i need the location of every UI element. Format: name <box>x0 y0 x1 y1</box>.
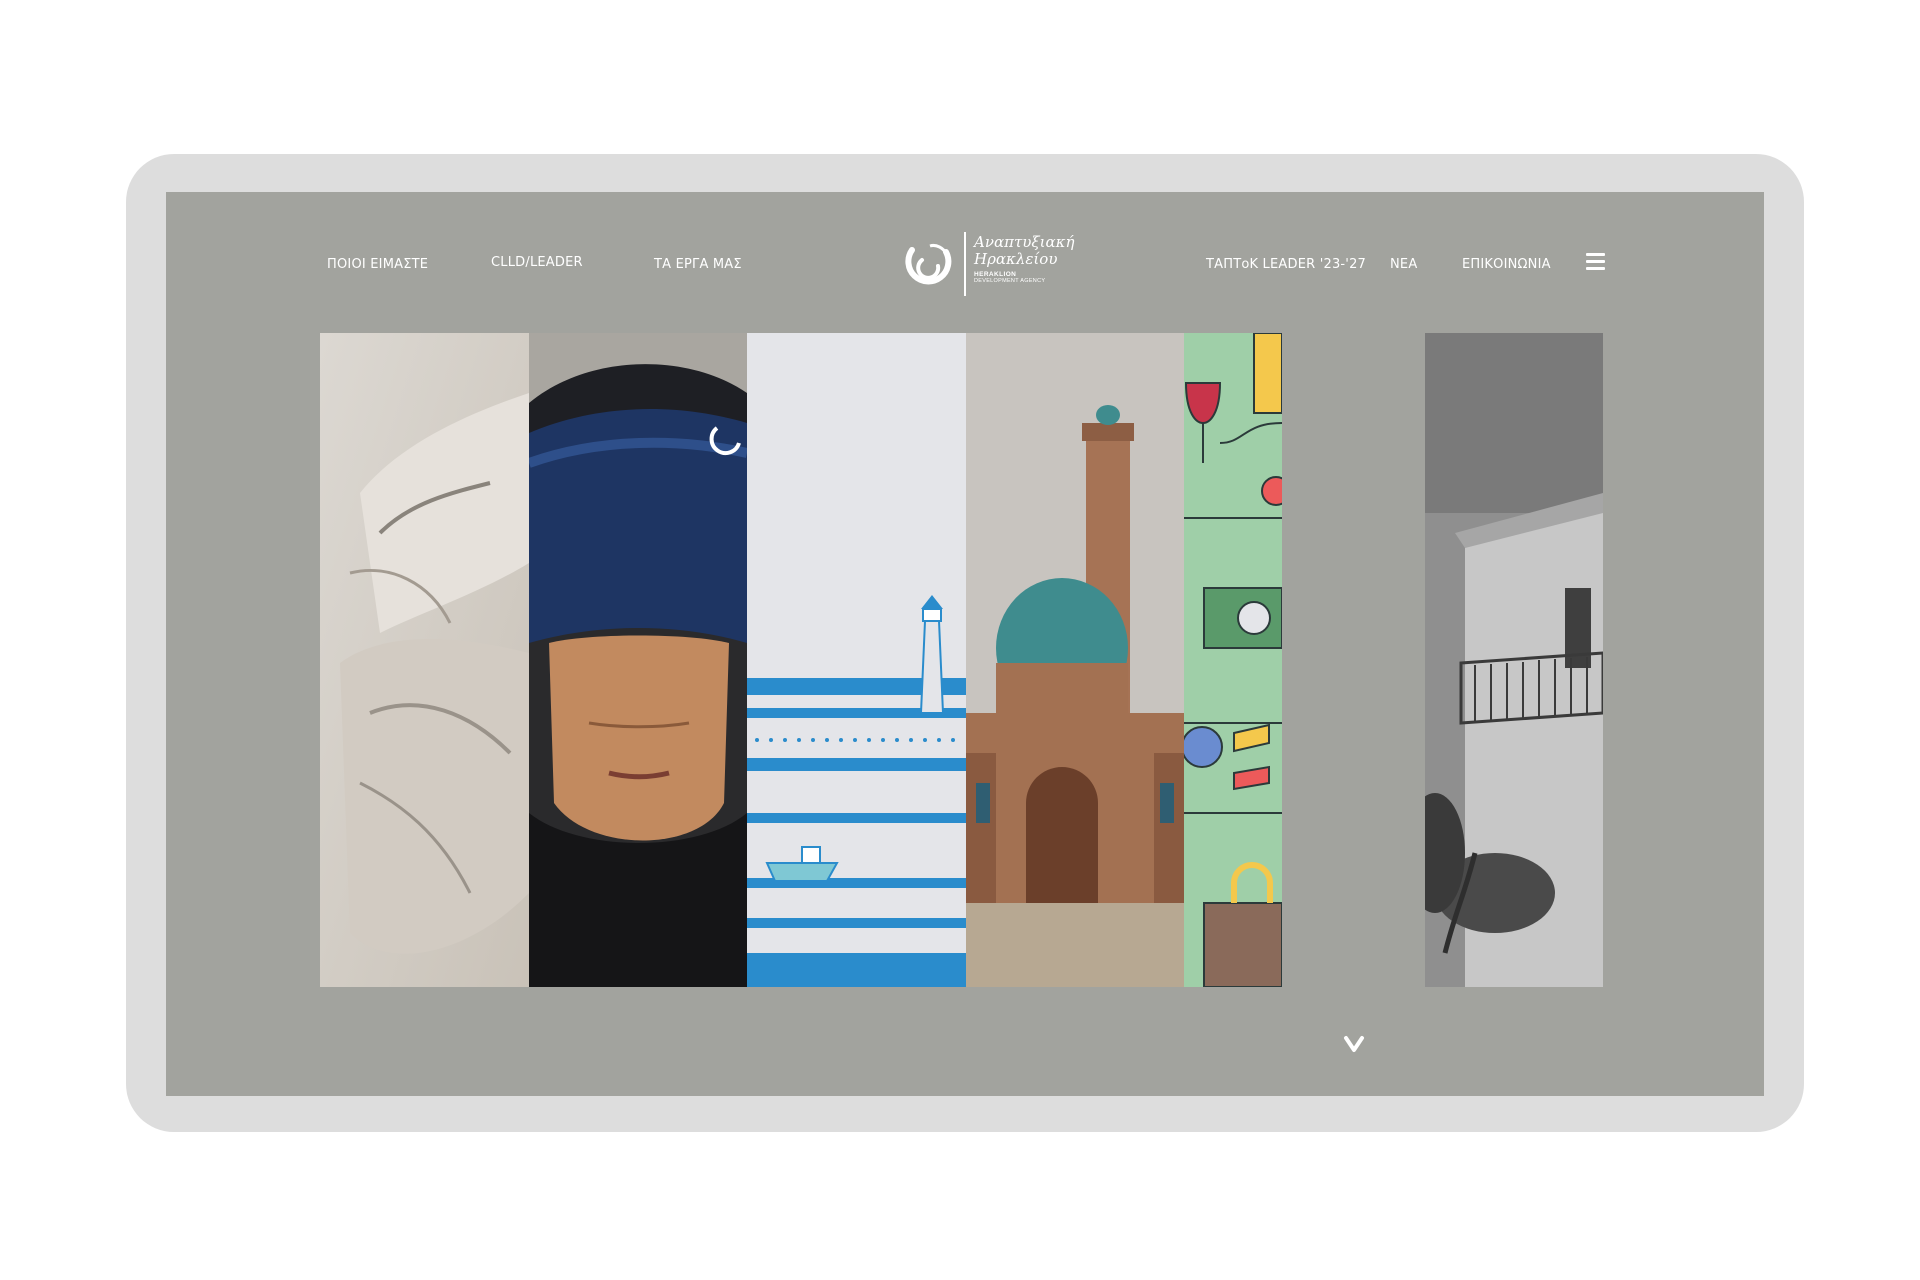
girl-headband-photo <box>529 333 747 987</box>
gallery-panel-girl[interactable] <box>529 333 747 987</box>
nav-link-news[interactable]: ΝΕΑ <box>1390 257 1417 272</box>
nav-link-our-projects[interactable]: ΤΑ ΕΡΓΑ ΜΑΣ <box>654 257 742 272</box>
logo-line-4: DEVELOPMENT AGENCY <box>974 278 1046 284</box>
logo-divider <box>964 232 966 296</box>
nav-link-taptok-leader[interactable]: ΤΑΠΤοΚ LEADER '23-'27 <box>1206 257 1366 272</box>
gallery-panel-mosque[interactable] <box>966 333 1184 987</box>
chevron-down-icon[interactable] <box>1343 1034 1365 1054</box>
nav-link-contact[interactable]: ΕΠΙΚΟΙΝΩΝΙΑ <box>1462 257 1551 272</box>
mosque-photo <box>966 333 1184 987</box>
icons-illustration <box>1184 333 1282 987</box>
logo-text: Αναπτυξιακή Ηρακλείου HERAKLION DEVELOPM… <box>974 233 1075 285</box>
hands-photo <box>320 333 529 987</box>
gallery-panel-house[interactable] <box>1425 333 1603 987</box>
gallery-panel-lighthouse[interactable] <box>747 333 966 987</box>
agency-logo[interactable]: Αναπτυξιακή Ηρακλείου HERAKLION DEVELOPM… <box>902 232 1075 298</box>
logo-line-1: Αναπτυξιακή <box>974 233 1075 251</box>
gallery-panel-icons[interactable] <box>1184 333 1282 987</box>
website-screen: ΠΟΙΟΙ ΕΙΜΑΣΤΕ CLLD/LEADER ΤΑ ΕΡΓΑ ΜΑΣ Αν… <box>166 192 1764 1096</box>
house-balcony-photo <box>1425 333 1603 987</box>
nav-link-who-we-are[interactable]: ΠΟΙΟΙ ΕΙΜΑΣΤΕ <box>327 257 428 272</box>
lighthouse-illustration <box>747 333 966 987</box>
gallery-panel-hands[interactable] <box>320 333 529 987</box>
nav-link-clld-leader[interactable]: CLLD/LEADER <box>491 255 583 270</box>
hamburger-menu-icon[interactable] <box>1586 253 1605 270</box>
logo-line-3: HERAKLION <box>974 271 1017 278</box>
agency-logo-mark-icon <box>905 244 952 285</box>
logo-line-2: Ηρακλείου <box>974 250 1058 268</box>
